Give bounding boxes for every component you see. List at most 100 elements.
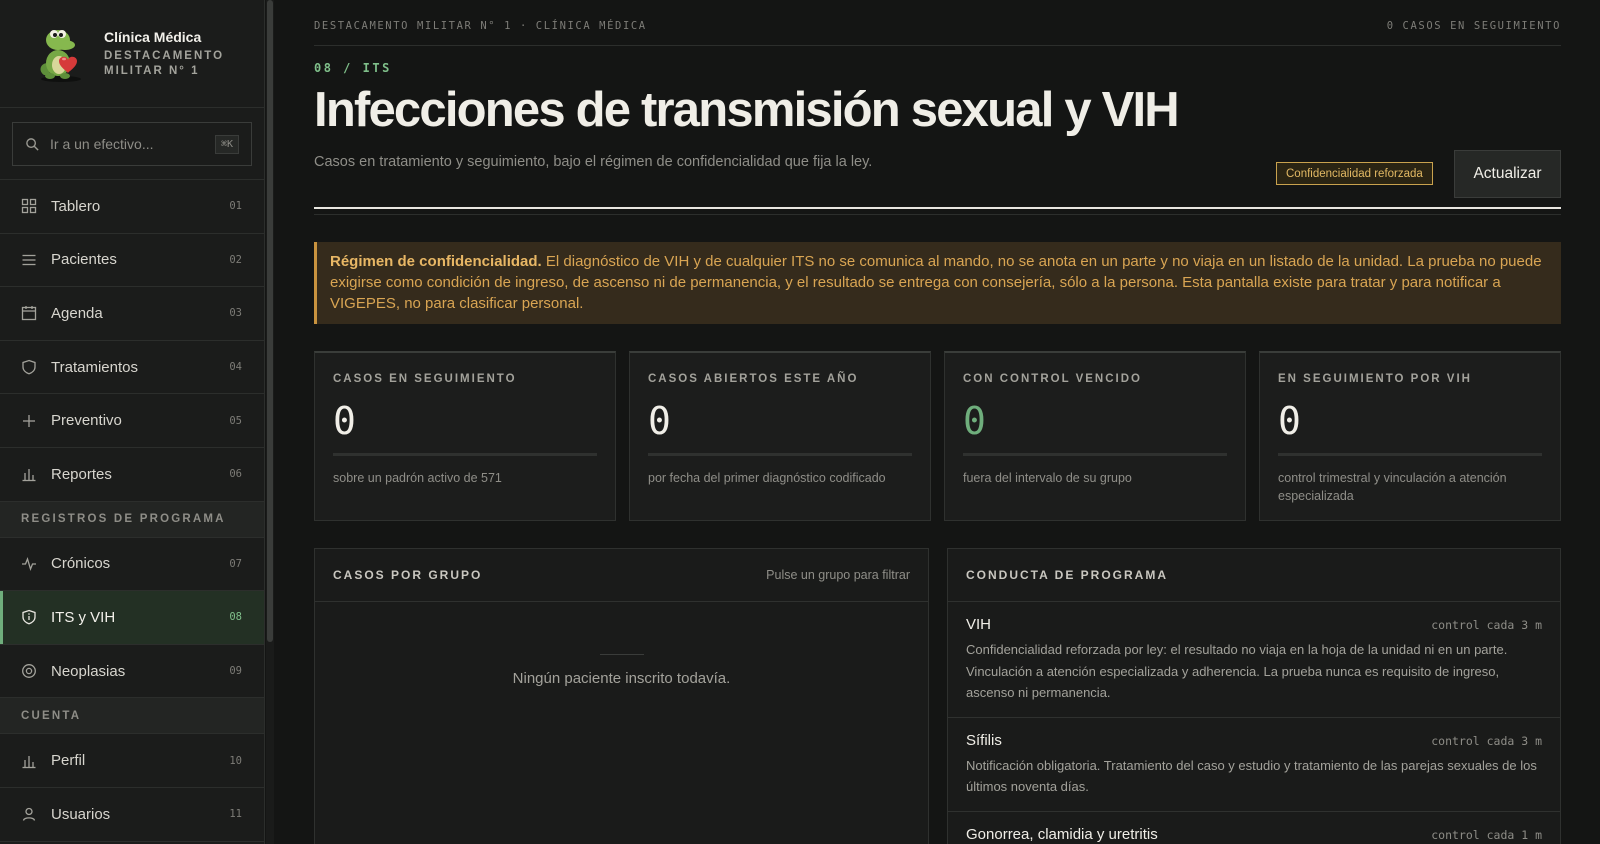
sidebar-item-number: 09 [229, 665, 242, 678]
sidebar-section-programs: REGISTROS DE PROGRAMA [0, 501, 264, 538]
sidebar-item-cronicos[interactable]: Crónicos 07 [0, 538, 264, 592]
header-divider [314, 207, 1561, 209]
header-divider-thin [314, 214, 1561, 215]
kpi-label: CASOS EN SEGUIMIENTO [333, 373, 517, 385]
sidebar-item-number: 11 [229, 808, 242, 821]
page-title: Infecciones de transmisión sexual y VIH [314, 83, 1180, 137]
refresh-button[interactable]: Actualizar [1454, 150, 1561, 198]
sidebar-item-number: 02 [229, 253, 242, 266]
kpi-value: 0 [963, 399, 986, 443]
kpi-card: CON CONTROL VENCIDO 0 fuera del interval… [944, 351, 1246, 521]
list-icon [22, 254, 36, 266]
sidebar-item-label: Tratamientos [51, 358, 138, 376]
sidebar: Clínica Médica DESTACAMENTO MILITAR N° 1… [0, 0, 265, 844]
panel-title: CASOS POR GRUPO [333, 568, 483, 582]
conduct-frequency: control cada 3 m [1431, 618, 1542, 632]
dashboard-grid-icon [21, 199, 37, 214]
sidebar-item-agenda[interactable]: Agenda 03 [0, 287, 264, 341]
bar-chart-icon [22, 755, 36, 768]
brand-sub-2: MILITAR N° 1 [104, 64, 200, 77]
sidebar-item-label: Perfil [51, 752, 86, 770]
shield-icon [22, 359, 36, 375]
sidebar-item-usuarios[interactable]: Usuarios 11 [0, 788, 264, 842]
search-icon [26, 137, 39, 151]
sidebar-scrollbar[interactable] [266, 0, 274, 844]
conduct-frequency: control cada 3 m [1431, 733, 1542, 748]
sidebar-item-label: Preventivo [51, 412, 122, 430]
sidebar-item-label: Crónicos [51, 555, 111, 573]
panel-hint: Pulse un grupo para filtrar [766, 568, 910, 582]
kpi-card: EN SEGUIMIENTO POR VIH 0 control trimest… [1259, 351, 1561, 521]
conduct-name: Gonorrea, clamidia y uretritis [966, 825, 1158, 843]
conduct-frequency: control cada 1 m [1431, 827, 1542, 842]
panel-header: CONDUCTA DE PROGRAMA [948, 549, 1560, 602]
kpi-label: EN SEGUIMIENTO POR VIH [1278, 373, 1472, 385]
sidebar-item-number: 08 [229, 611, 242, 624]
kpi-bar [1278, 453, 1542, 456]
user-icon [22, 808, 36, 822]
conduct-item: VIH control cada 3 m Confidencialidad re… [948, 602, 1560, 718]
brand[interactable]: Clínica Médica DESTACAMENTO MILITAR N° 1 [0, 0, 264, 108]
conduct-name: VIH [966, 616, 992, 633]
shield-info-icon [22, 610, 36, 625]
sidebar-item-label: Tablero [51, 197, 101, 215]
sidebar-item-number: 01 [229, 200, 242, 213]
empty-state-divider [599, 654, 644, 655]
calendar-icon [21, 306, 37, 321]
kpi-label: CASOS ABIERTOS ESTE AÑO [648, 373, 859, 385]
program-conduct-panel: CONDUCTA DE PROGRAMA VIH control cada 3 … [947, 548, 1561, 844]
sidebar-item-perfil[interactable]: Perfil 10 [0, 734, 264, 788]
kpi-bar [648, 453, 912, 456]
sidebar-item-number: 10 [229, 754, 242, 767]
plus-icon [23, 414, 35, 427]
conduct-description: Notificación obligatoria. Tratamiento de… [966, 757, 1537, 795]
conduct-item: Gonorrea, clamidia y uretritis control c… [948, 812, 1560, 844]
sidebar-item-label: Reportes [51, 465, 112, 483]
kpi-row: CASOS EN SEGUIMIENTO 0 sobre un padrón a… [314, 351, 1561, 521]
sidebar-item-number: 03 [229, 307, 242, 320]
search-input[interactable] [50, 136, 215, 152]
confidentiality-badge: Confidencialidad reforzada [1276, 162, 1433, 185]
kpi-card: CASOS ABIERTOS ESTE AÑO 0 por fecha del … [629, 351, 931, 521]
sidebar-item-label: ITS y VIH [51, 608, 116, 626]
kpi-value: 0 [1278, 399, 1301, 443]
sidebar-item-label: Pacientes [51, 251, 117, 269]
sidebar-item-number: 06 [229, 468, 242, 481]
sidebar-item-tablero[interactable]: Tablero 01 [0, 180, 264, 234]
brand-sub-1: DESTACAMENTO [104, 49, 225, 62]
main-content: DESTACAMENTO MILITAR N° 1 · CLÍNICA MÉDI… [314, 0, 1561, 844]
sidebar-item-neoplasias[interactable]: Neoplasias 09 [0, 645, 264, 699]
sidebar-item-reportes[interactable]: Reportes 06 [0, 448, 264, 502]
case-count-status: 0 CASOS EN SEGUIMIENTO [1386, 20, 1561, 32]
section-kicker: 08 / ITS [314, 61, 392, 75]
search-box[interactable]: ⌘K [12, 122, 252, 166]
page-subtitle: Casos en tratamiento y seguimiento, bajo… [314, 154, 873, 170]
sidebar-item-number: 04 [229, 361, 242, 374]
sidebar-item-number: 07 [229, 557, 242, 570]
sidebar-item-preventivo[interactable]: Preventivo 05 [0, 394, 264, 448]
kpi-card: CASOS EN SEGUIMIENTO 0 sobre un padrón a… [314, 351, 616, 521]
kpi-bar [963, 453, 1227, 456]
kpi-value: 0 [333, 399, 356, 443]
sidebar-item-tratamientos[interactable]: Tratamientos 04 [0, 341, 264, 395]
kpi-note: fuera del intervalo de su grupo [963, 471, 1132, 485]
sidebar-item-its-vih[interactable]: ITS y VIH 08 [0, 591, 264, 645]
search-shortcut: ⌘K [214, 134, 239, 154]
kpi-note: por fecha del primer diagnóstico codific… [648, 471, 886, 485]
sidebar-item-label: Agenda [51, 304, 103, 322]
empty-state-text: Ningún paciente inscrito todavía. [512, 670, 731, 687]
kpi-note: control trimestral y vinculación a atenc… [1278, 471, 1507, 503]
sidebar-section-account: CUENTA [0, 698, 264, 735]
scrollbar-thumb[interactable] [267, 0, 273, 642]
cases-by-group-panel: CASOS POR GRUPO Pulse un grupo para filt… [314, 548, 929, 844]
sidebar-item-pacientes[interactable]: Pacientes 02 [0, 234, 264, 288]
kpi-label: CON CONTROL VENCIDO [963, 373, 1142, 385]
confidentiality-alert: Régimen de confidencialidad. El diagnóst… [314, 242, 1561, 324]
sidebar-item-number: 05 [229, 414, 242, 427]
pulse-icon [22, 556, 36, 571]
panel-title: CONDUCTA DE PROGRAMA [966, 568, 1168, 582]
bar-chart-icon [22, 469, 36, 482]
kpi-note: sobre un padrón activo de 571 [333, 471, 502, 485]
conduct-name: Sífilis [966, 731, 1002, 749]
conduct-description: Confidencialidad reforzada por ley: el r… [966, 642, 1508, 700]
